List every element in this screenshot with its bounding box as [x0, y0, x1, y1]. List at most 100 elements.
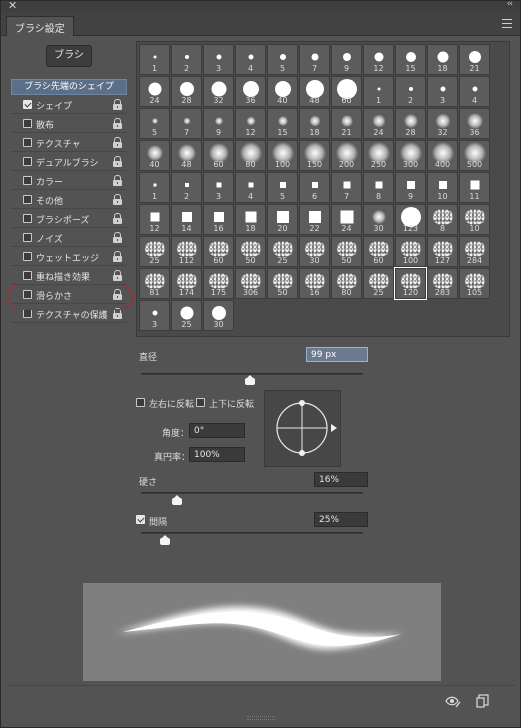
brush-tip-cell[interactable]: 60: [363, 236, 394, 267]
brush-tip-cell[interactable]: 175: [203, 268, 234, 299]
brush-tip-cell[interactable]: 30: [203, 300, 234, 331]
collapse-icon[interactable]: ‹‹: [507, 0, 513, 9]
angle-input[interactable]: [189, 423, 245, 438]
lock-icon[interactable]: [113, 289, 122, 300]
brush-tip-cell[interactable]: 9: [331, 44, 362, 75]
brush-tip-cell[interactable]: 5: [139, 108, 170, 139]
lock-icon[interactable]: [113, 156, 122, 167]
hardness-slider-thumb[interactable]: [171, 495, 182, 505]
brush-tip-cell[interactable]: 4: [235, 44, 266, 75]
tab-brush-settings[interactable]: ブラシ設定: [6, 16, 74, 36]
sidebar-item-10[interactable]: 滑らかさ: [11, 285, 127, 304]
brush-tip-cell[interactable]: 10: [427, 172, 458, 203]
brush-tip-cell[interactable]: 28: [395, 108, 426, 139]
diameter-input[interactable]: [306, 347, 368, 362]
sidebar-item-11[interactable]: テクスチャの保護: [11, 304, 127, 323]
brush-tip-cell[interactable]: 12: [363, 44, 394, 75]
sidebar-item-0[interactable]: シェイプ: [11, 95, 127, 114]
brush-tip-cell[interactable]: 127: [427, 236, 458, 267]
brush-tip-cell[interactable]: 18: [299, 108, 330, 139]
brush-tip-cell[interactable]: 15: [267, 108, 298, 139]
brush-tip-cell[interactable]: 7: [331, 172, 362, 203]
brush-tip-cell[interactable]: 400: [427, 140, 458, 171]
brush-tip-cell[interactable]: 100: [395, 236, 426, 267]
sidebar-item-1[interactable]: 散布: [11, 114, 127, 133]
brush-tip-cell[interactable]: 300: [395, 140, 426, 171]
diameter-slider-thumb[interactable]: [244, 375, 255, 385]
brush-tip-cell[interactable]: 60: [331, 76, 362, 107]
lock-icon[interactable]: [113, 118, 122, 129]
brush-tip-cell[interactable]: 250: [363, 140, 394, 171]
brush-tip-cell[interactable]: 1: [363, 76, 394, 107]
brush-tip-cell[interactable]: 50: [331, 236, 362, 267]
sidebar-item-4[interactable]: カラー: [11, 171, 127, 190]
brush-tip-cell[interactable]: 25: [139, 236, 170, 267]
brush-tip-cell[interactable]: 50: [267, 268, 298, 299]
brush-tip-cell[interactable]: 500: [459, 140, 490, 171]
lock-icon[interactable]: [113, 99, 122, 110]
brush-tip-cell[interactable]: 2: [171, 44, 202, 75]
brush-tip-cell[interactable]: 5: [267, 172, 298, 203]
brush-tip-cell[interactable]: 120: [394, 267, 427, 300]
brush-tip-cell[interactable]: 36: [235, 76, 266, 107]
sidebar-checkbox[interactable]: [23, 290, 32, 299]
brush-tip-cell[interactable]: 4: [235, 172, 266, 203]
brush-tip-cell[interactable]: 40: [267, 76, 298, 107]
sidebar-checkbox[interactable]: [23, 271, 32, 280]
brush-tip-cell[interactable]: 4: [459, 76, 490, 107]
lock-icon[interactable]: [113, 175, 122, 186]
sidebar-item-5[interactable]: その他: [11, 190, 127, 209]
brush-tip-cell[interactable]: 16: [299, 268, 330, 299]
brush-tip-cell[interactable]: 200: [331, 140, 362, 171]
lock-icon[interactable]: [113, 270, 122, 281]
brush-tip-cell[interactable]: 12: [139, 204, 170, 235]
sidebar-checkbox[interactable]: [23, 157, 32, 166]
brush-tip-cell[interactable]: 174: [171, 268, 202, 299]
lock-icon[interactable]: [113, 232, 122, 243]
sidebar-item-9[interactable]: 重ね描き効果: [11, 266, 127, 285]
brush-tip-cell[interactable]: 60: [203, 236, 234, 267]
sidebar-item-6[interactable]: ブラシポーズ: [11, 209, 127, 228]
sidebar-item-2[interactable]: テクスチャ: [11, 133, 127, 152]
brush-tip-cell[interactable]: 20: [267, 204, 298, 235]
brush-tip-cell[interactable]: 10: [459, 204, 490, 235]
brush-tip-cell[interactable]: 306: [235, 268, 266, 299]
brush-tip-cell[interactable]: 100: [267, 140, 298, 171]
angle-roundness-widget[interactable]: [264, 390, 341, 467]
close-icon[interactable]: ✕: [8, 0, 17, 12]
brush-tip-cell[interactable]: 80: [235, 140, 266, 171]
brush-tip-cell[interactable]: 50: [235, 236, 266, 267]
brush-tip-cell[interactable]: 1: [139, 172, 170, 203]
brush-tip-cell[interactable]: 48: [299, 76, 330, 107]
sidebar-item-7[interactable]: ノイズ: [11, 228, 127, 247]
hardness-slider-track[interactable]: [141, 492, 363, 494]
brush-tip-cell[interactable]: 11: [459, 172, 490, 203]
brush-tip-cell[interactable]: 3: [427, 76, 458, 107]
brush-tip-cell[interactable]: 1: [139, 44, 170, 75]
brush-tip-cell[interactable]: 2: [171, 172, 202, 203]
sidebar-checkbox[interactable]: [23, 138, 32, 147]
brush-tip-cell[interactable]: 112: [171, 236, 202, 267]
brush-tip-cell[interactable]: 25: [171, 300, 202, 331]
brush-tip-cell[interactable]: 24: [363, 108, 394, 139]
brush-tip-cell[interactable]: 3: [139, 300, 170, 331]
brush-tip-cell[interactable]: 81: [139, 268, 170, 299]
sidebar-checkbox[interactable]: [23, 233, 32, 242]
brush-tip-cell[interactable]: 21: [459, 44, 490, 75]
roundness-input[interactable]: [189, 447, 245, 462]
brush-tip-cell[interactable]: 21: [331, 108, 362, 139]
brush-tip-cell[interactable]: 9: [395, 172, 426, 203]
hardness-input[interactable]: [314, 472, 368, 487]
brush-tip-cell[interactable]: 8: [427, 204, 458, 235]
spacing-slider-track[interactable]: [141, 532, 363, 534]
brush-tip-cell[interactable]: 28: [171, 76, 202, 107]
brush-tip-cell[interactable]: 105: [459, 268, 490, 299]
sidebar-checkbox[interactable]: [23, 309, 32, 318]
brush-tip-cell[interactable]: 30: [299, 236, 330, 267]
brush-tip-cell[interactable]: 22: [299, 204, 330, 235]
brush-tip-cell[interactable]: 60: [203, 140, 234, 171]
resize-grip[interactable]: [247, 716, 275, 720]
brush-tip-cell[interactable]: 2: [395, 76, 426, 107]
brush-tip-cell[interactable]: 6: [299, 172, 330, 203]
brush-tip-cell[interactable]: 150: [299, 140, 330, 171]
